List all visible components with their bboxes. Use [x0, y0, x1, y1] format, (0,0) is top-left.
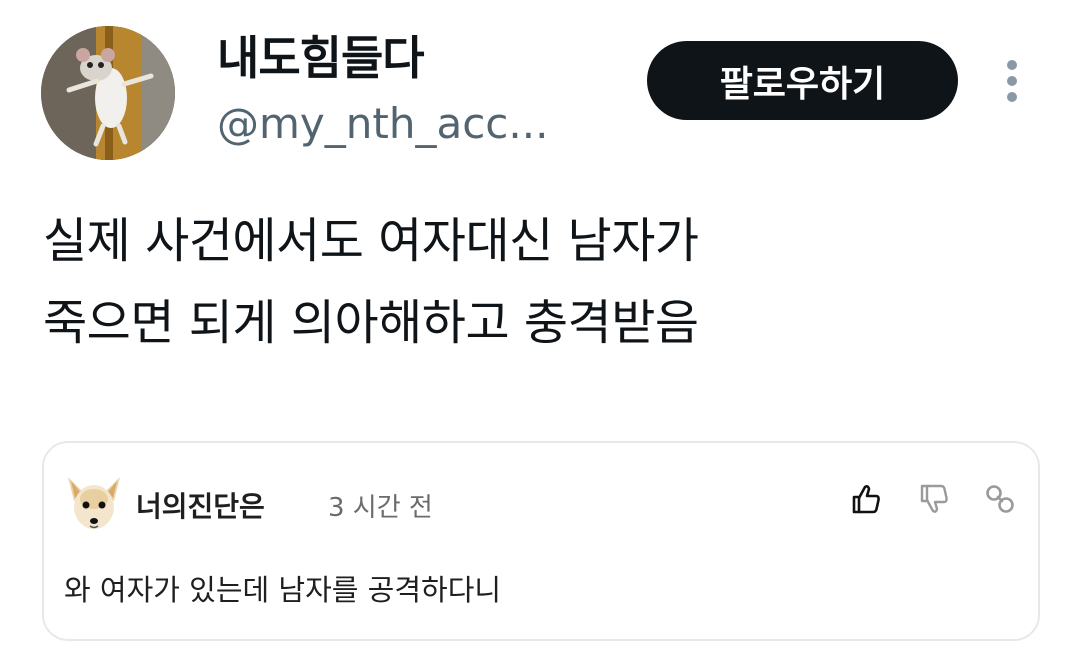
mouse-avatar-image	[41, 26, 175, 160]
more-options-icon[interactable]	[996, 56, 1028, 106]
dog-avatar-icon	[68, 477, 120, 529]
quoted-comment-card[interactable]: 너의진단은 3 시간 전 와 여자가 있는데 남자를 공격하다니	[42, 441, 1040, 641]
follow-button[interactable]: 팔로우하기	[647, 41, 958, 120]
comment-author: 너의진단은	[136, 490, 265, 523]
more-dot	[1007, 60, 1017, 70]
tweet-text: 실제 사건에서도 여자대신 남자가 죽으면 되게 의아해하고 충격받음	[43, 200, 1043, 364]
tweet-line: 죽으면 되게 의아해하고 충격받음	[43, 295, 699, 351]
display-name[interactable]: 내도힘들다	[217, 30, 425, 86]
share-link-icon[interactable]	[980, 479, 1020, 519]
thumbs-up-icon[interactable]	[846, 479, 886, 519]
comment-timestamp: 3 시간 전	[328, 493, 433, 523]
tweet-line: 실제 사건에서도 여자대신 남자가	[43, 213, 699, 269]
more-dot	[1007, 92, 1017, 102]
more-dot	[1007, 76, 1017, 86]
comment-text: 와 여자가 있는데 남자를 공격하다니	[64, 573, 502, 607]
user-handle[interactable]: @my_nth_acc...	[217, 98, 548, 150]
profile-avatar[interactable]	[41, 26, 175, 160]
thumbs-down-icon[interactable]	[914, 479, 954, 519]
